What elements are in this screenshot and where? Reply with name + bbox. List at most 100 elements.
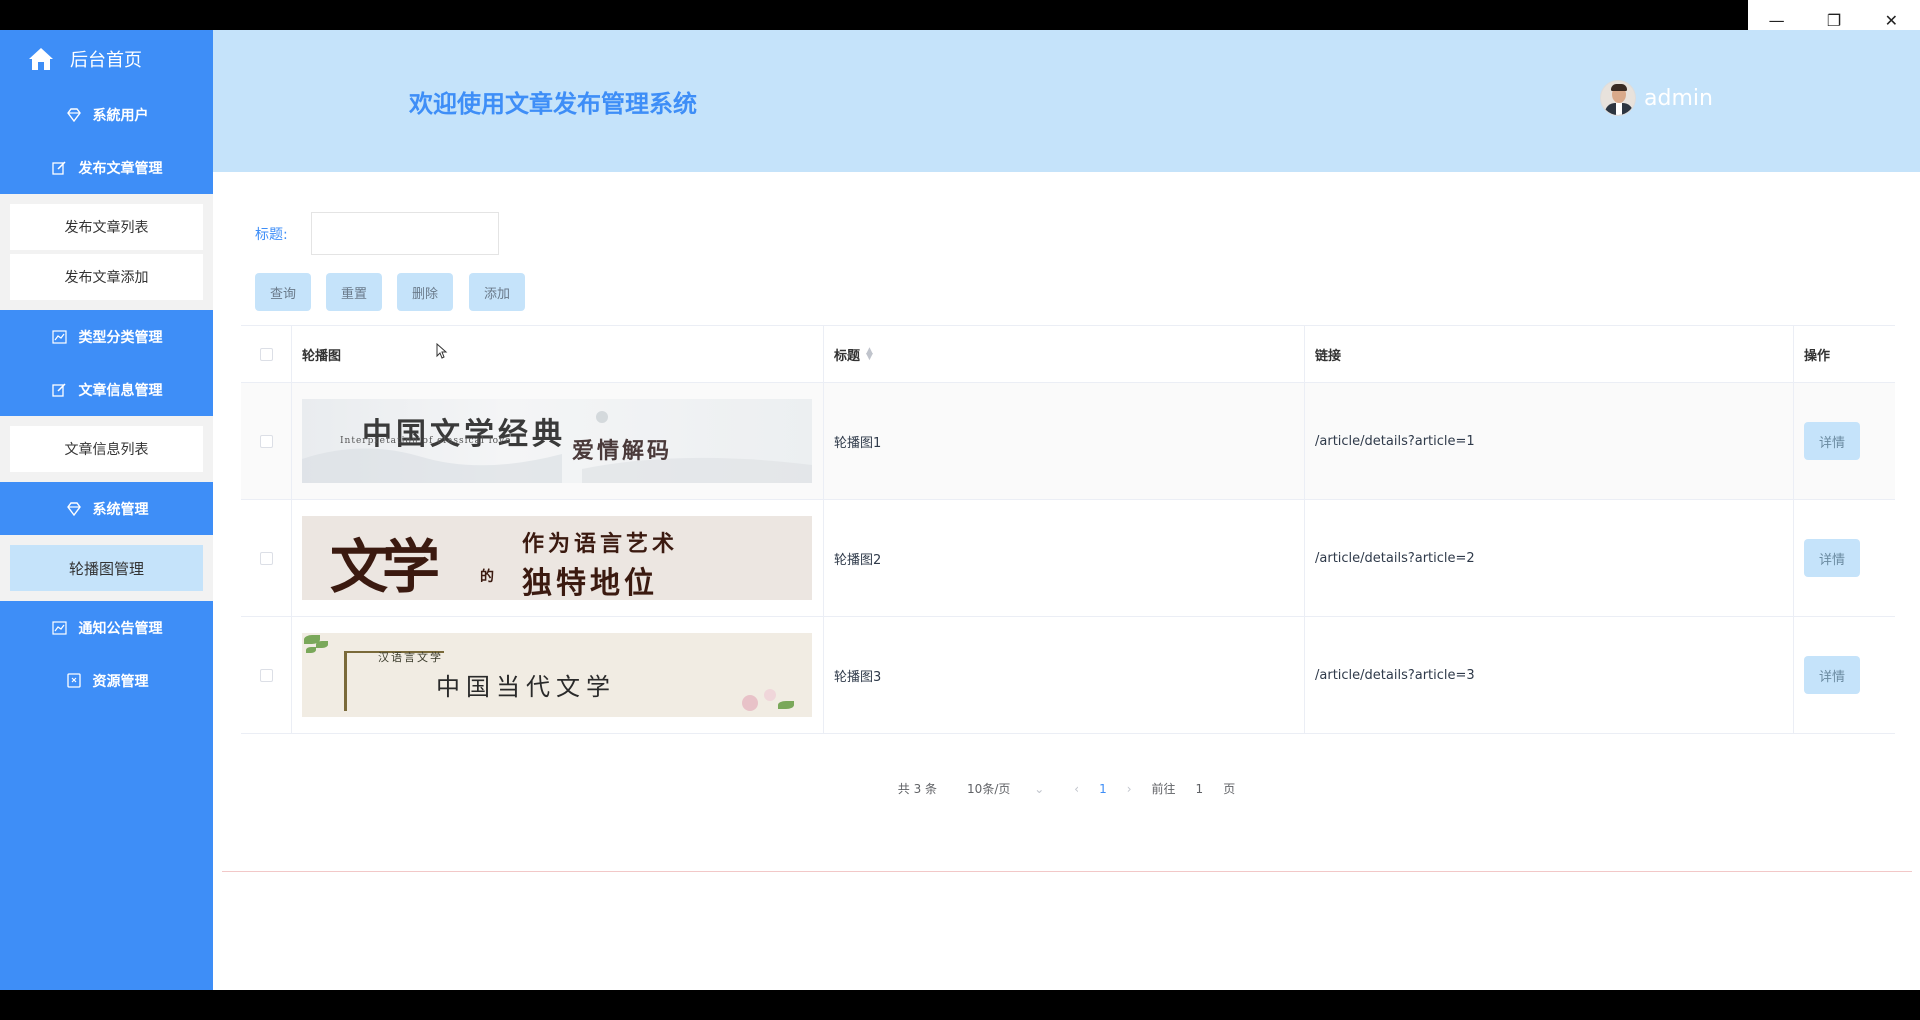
row-title: 轮播图1 [834, 435, 882, 451]
banner-cell: 汉语言文学 中国当代文学 [292, 617, 824, 733]
select-all-cell [241, 326, 292, 382]
sidebar-home-label: 后台首页 [70, 50, 142, 71]
close-icon: ✕ [1884, 10, 1899, 30]
sidebar-group-label: 发布文章管理 [78, 160, 163, 177]
sidebar-submenu: 发布文章列表 发布文章添加 [0, 194, 213, 310]
link-cell: /article/details?article=2 [1305, 500, 1794, 616]
home-icon [29, 48, 53, 70]
sidebar-item-article-list[interactable]: 发布文章列表 [10, 204, 203, 250]
user-menu[interactable]: admin [1600, 80, 1713, 116]
sidebar-home[interactable]: 后台首页 [0, 30, 213, 88]
title-cell: 轮播图3 [824, 617, 1305, 733]
diamond-icon [65, 501, 83, 516]
page-size-value: 10条/页 [967, 782, 1011, 796]
sidebar-item-label: 轮播图管理 [68, 559, 144, 578]
ops-cell: 详情 [1794, 383, 1895, 499]
sidebar-item-article-info-list[interactable]: 文章信息列表 [10, 426, 203, 472]
column-header-label: 轮播图 [302, 348, 342, 364]
app: 后台首页 系統用户 发布文章管理 发布文章列表 发布文章添加 类型分类管理 文章… [0, 30, 1920, 990]
sidebar-item-label: 发布文章添加 [64, 270, 149, 286]
banner-text: 汉语言文学 [378, 651, 443, 664]
taskbar [0, 990, 1920, 1020]
title-search-input[interactable] [311, 212, 499, 255]
edit-icon [51, 382, 69, 397]
table-row: 中国文学经典 Interpretation of classical love … [241, 383, 1895, 500]
sidebar-item-label: 发布文章列表 [64, 220, 149, 236]
prev-page-button[interactable]: ‹ [1074, 782, 1079, 796]
row-checkbox[interactable] [259, 434, 273, 448]
sidebar-group-category[interactable]: 类型分类管理 [0, 310, 213, 363]
row-select-cell [241, 500, 292, 616]
sidebar-item-carousel[interactable]: 轮播图管理 [10, 545, 203, 591]
delete-button[interactable]: 删除 [397, 273, 453, 311]
sidebar-group-article-publish[interactable]: 发布文章管理 [0, 141, 213, 194]
column-header-ops: 操作 [1794, 326, 1895, 382]
sidebar-group-label: 系統用户 [92, 107, 149, 124]
sidebar-group-resource[interactable]: 资源管理 [0, 654, 213, 707]
add-button[interactable]: 添加 [469, 273, 525, 311]
select-all-checkbox[interactable] [259, 347, 273, 361]
avatar [1600, 80, 1636, 116]
link-cell: /article/details?article=1 [1305, 383, 1794, 499]
chart-icon [51, 329, 69, 344]
resource-icon [65, 673, 83, 688]
sidebar-group-system[interactable]: 系统管理 [0, 482, 213, 535]
detail-button[interactable]: 详情 [1804, 539, 1860, 577]
banner-text: 文学 [330, 533, 440, 600]
reset-button[interactable]: 重置 [326, 273, 382, 311]
banner-text: Interpretation of classical love [340, 436, 512, 446]
row-checkbox[interactable] [259, 551, 273, 565]
banner-image: 汉语言文学 中国当代文学 [302, 633, 812, 717]
ops-cell: 详情 [1794, 500, 1895, 616]
sidebar-item-label: 文章信息列表 [64, 442, 149, 458]
restore-icon: ❐ [1826, 10, 1842, 30]
goto-page-input[interactable]: 1 [1196, 782, 1204, 796]
detail-button[interactable]: 详情 [1804, 656, 1860, 694]
row-checkbox[interactable] [259, 668, 273, 682]
banner-image: 中国文学经典 Interpretation of classical love … [302, 399, 812, 483]
table-header-row: 轮播图 标题 ▲ ▼ 链接 操作 [241, 326, 1895, 383]
column-header-image: 轮播图 [292, 326, 824, 382]
sidebar-submenu: 轮播图管理 [0, 535, 213, 601]
sidebar-group-label: 系统管理 [92, 501, 149, 518]
column-header-label: 链接 [1315, 348, 1342, 364]
divider [222, 871, 1912, 872]
column-header-title[interactable]: 标题 ▲ ▼ [824, 326, 1305, 382]
minimize-icon: — [1768, 10, 1785, 30]
banner-text: 的 [480, 569, 494, 585]
goto-label: 前往 [1151, 782, 1176, 796]
sidebar-submenu: 文章信息列表 [0, 416, 213, 482]
page-number-current[interactable]: 1 [1099, 782, 1107, 796]
page-size-select[interactable]: 10条/页 ⌄ [957, 780, 1054, 797]
banner-text: 中国当代文学 [436, 673, 616, 701]
banner-text: 作为语言艺术 [522, 531, 679, 557]
pagination: 共 3 条 10条/页 ⌄ ‹ 1 › 前往 1 页 [213, 780, 1920, 797]
title-cell: 轮播图1 [824, 383, 1305, 499]
link-cell: /article/details?article=3 [1305, 617, 1794, 733]
row-select-cell [241, 617, 292, 733]
banner-text: 中国文学经典 [362, 417, 566, 452]
sidebar-group-system-users[interactable]: 系統用户 [0, 88, 213, 141]
column-header-label: 标题 [834, 348, 861, 364]
column-header-label: 操作 [1804, 348, 1831, 364]
ops-cell: 详情 [1794, 617, 1895, 733]
sidebar-group-notice[interactable]: 通知公告管理 [0, 601, 213, 654]
username: admin [1644, 85, 1713, 111]
sidebar: 后台首页 系統用户 发布文章管理 发布文章列表 发布文章添加 类型分类管理 文章… [0, 30, 213, 990]
sidebar-group-article-info[interactable]: 文章信息管理 [0, 363, 213, 416]
banner-text: 爱情解码 [572, 438, 673, 464]
edit-icon [51, 160, 69, 175]
goto-suffix: 页 [1223, 782, 1236, 796]
query-button[interactable]: 查询 [255, 273, 311, 311]
sidebar-group-label: 通知公告管理 [78, 620, 163, 637]
main-content: 标题: 查询 重置 删除 添加 轮播图 标题 ▲ ▼ 链接 操作 中国文学经典 … [213, 172, 1920, 990]
table-row: 文学 作为语言艺术 的 独特地位 轮播图2 /article/details?a… [241, 500, 1895, 617]
header: 欢迎使用文章发布管理系统 admin [213, 30, 1920, 172]
column-header-link: 链接 [1305, 326, 1794, 382]
sidebar-item-article-add[interactable]: 发布文章添加 [10, 254, 203, 300]
detail-button[interactable]: 详情 [1804, 422, 1860, 460]
sort-icon[interactable]: ▲ ▼ [866, 347, 873, 362]
row-select-cell [241, 383, 292, 499]
chevron-down-icon: ⌄ [1034, 782, 1045, 796]
next-page-button[interactable]: › [1127, 782, 1132, 796]
